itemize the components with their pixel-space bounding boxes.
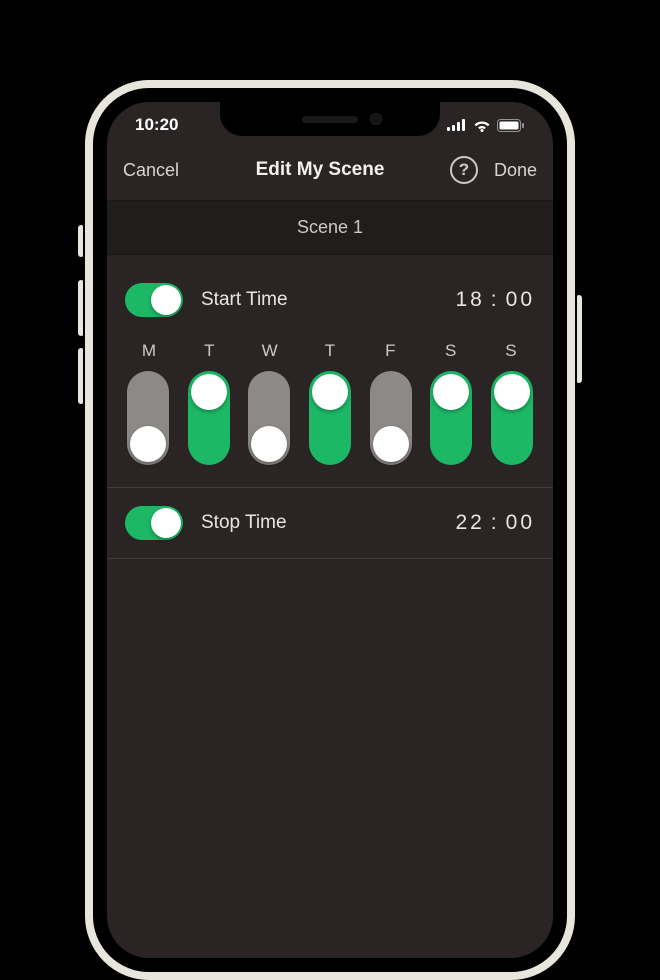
day-label-mon: M (131, 341, 167, 361)
phone-power-button (576, 295, 582, 383)
stop-time-toggle[interactable] (125, 506, 183, 540)
cancel-button[interactable]: Cancel (123, 160, 203, 181)
day-toggle-sun[interactable] (491, 371, 533, 465)
phone-volume-up (78, 280, 84, 336)
day-labels-row: M T W T F S S (125, 335, 535, 371)
stop-time-label: Stop Time (201, 512, 437, 534)
phone-silent-switch (78, 225, 84, 257)
day-label-sat: S (433, 341, 469, 361)
page-title: Edit My Scene (213, 159, 427, 181)
phone-volume-down (78, 348, 84, 404)
start-time-label: Start Time (201, 289, 437, 311)
status-time: 10:20 (135, 115, 178, 135)
battery-icon (497, 119, 525, 132)
day-toggles-row (125, 371, 535, 487)
phone-mockup: 10:20 Cancel Edit My Scene (85, 80, 575, 596)
day-toggle-wed[interactable] (248, 371, 290, 465)
help-glyph: ? (459, 160, 469, 180)
day-label-tue: T (191, 341, 227, 361)
start-minute: 00 (506, 288, 535, 311)
start-time-row: Start Time 18:00 (125, 265, 535, 335)
help-icon[interactable]: ? (450, 156, 478, 184)
day-label-wed: W (252, 341, 288, 361)
cellular-icon (447, 119, 467, 131)
day-toggle-mon[interactable] (127, 371, 169, 465)
phone-front-camera (370, 113, 382, 125)
phone-speaker (302, 116, 358, 123)
day-toggle-sat[interactable] (430, 371, 472, 465)
day-toggle-tue[interactable] (188, 371, 230, 465)
day-label-thu: T (312, 341, 348, 361)
navigation-bar: Cancel Edit My Scene ? Done (107, 148, 553, 200)
scene-name-header[interactable]: Scene 1 (107, 200, 553, 255)
done-button[interactable]: Done (494, 160, 537, 181)
wifi-icon (473, 119, 491, 132)
stop-time-value[interactable]: 22:00 (455, 511, 535, 535)
start-time-value[interactable]: 18:00 (455, 288, 535, 312)
stop-time-row: Stop Time 22:00 (125, 488, 535, 558)
stop-minute: 00 (506, 511, 535, 534)
start-hour: 18 (455, 288, 484, 311)
app-screen: 10:20 Cancel Edit My Scene (107, 102, 553, 958)
day-toggle-fri[interactable] (370, 371, 412, 465)
day-toggle-thu[interactable] (309, 371, 351, 465)
stop-hour: 22 (455, 511, 484, 534)
start-time-toggle[interactable] (125, 283, 183, 317)
day-label-sun: S (493, 341, 529, 361)
phone-notch (220, 102, 440, 136)
day-label-fri: F (372, 341, 408, 361)
row-divider (107, 558, 553, 559)
